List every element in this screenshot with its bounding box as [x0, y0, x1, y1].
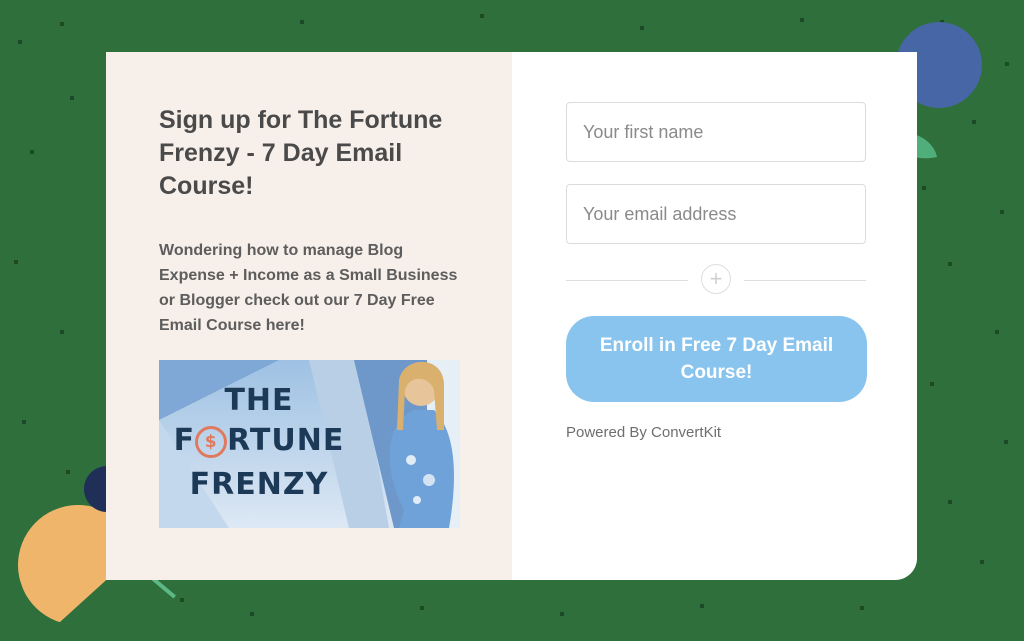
promo-title-line-2: F $ RTUNE: [159, 422, 359, 460]
background-dot: [70, 96, 74, 100]
powered-by-convertkit-link[interactable]: Powered By ConvertKit: [566, 424, 721, 441]
background-dot: [14, 260, 18, 264]
background-dot: [1004, 440, 1008, 444]
decorative-green-bar: [151, 577, 177, 599]
promo-image: THE F $ RTUNE FRENZY: [159, 360, 460, 528]
enroll-button[interactable]: Enroll in Free 7 Day Email Course!: [566, 316, 867, 402]
background-dot: [60, 330, 64, 334]
plus-icon: +: [701, 264, 731, 294]
promo-title-line-3: FRENZY: [189, 467, 329, 502]
background-dot: [948, 262, 952, 266]
background-dot: [700, 604, 704, 608]
background-dot: [948, 500, 952, 504]
background-dot: [930, 382, 934, 386]
divider-line-right: [744, 280, 866, 281]
background-dot: [300, 20, 304, 24]
background-dot: [420, 606, 424, 610]
promo-title-letter-f: F: [173, 423, 196, 458]
email-input[interactable]: [566, 184, 866, 244]
form-info-pane: Sign up for The Fortune Frenzy - 7 Day E…: [106, 52, 512, 580]
first-name-input[interactable]: [566, 102, 866, 162]
background-dot: [995, 330, 999, 334]
background-dot: [560, 612, 564, 616]
divider-line-left: [566, 280, 688, 281]
background-dot: [30, 150, 34, 154]
form-description: Wondering how to manage Blog Expense + I…: [159, 242, 458, 334]
form-fields-pane: + Enroll in Free 7 Day Email Course! Pow…: [512, 52, 917, 580]
background-dot: [66, 470, 70, 474]
promo-title-rest: RTUNE: [227, 423, 345, 458]
background-dot: [972, 120, 976, 124]
background-dot: [180, 598, 184, 602]
background-dot: [250, 612, 254, 616]
background-dot: [860, 606, 864, 610]
background-dot: [1005, 62, 1009, 66]
background-dot: [60, 22, 64, 26]
background-dot: [980, 560, 984, 564]
background-dot: [922, 186, 926, 190]
background-dot: [800, 18, 804, 22]
background-dot: [22, 420, 26, 424]
signup-form-card: Sign up for The Fortune Frenzy - 7 Day E…: [106, 52, 917, 580]
background-dot: [18, 40, 22, 44]
dollar-coin-icon: $: [195, 426, 228, 458]
form-headline: Sign up for The Fortune Frenzy - 7 Day E…: [159, 106, 443, 200]
background-dot: [480, 14, 484, 18]
promo-title-line-1: THE: [224, 383, 294, 418]
background-dot: [640, 26, 644, 30]
background-dot: [1000, 210, 1004, 214]
